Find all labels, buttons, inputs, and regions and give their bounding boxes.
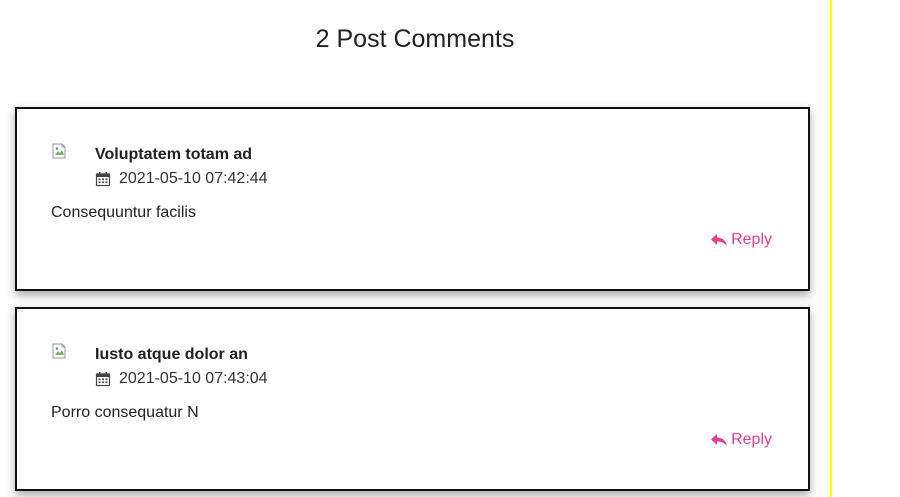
comment-body: Porro consequatur N <box>51 404 199 421</box>
calendar-icon <box>95 171 111 187</box>
broken-image-icon <box>51 143 67 159</box>
page: 2 Post Comments Voluptatem totam ad 2021… <box>0 0 900 497</box>
reply-label: Reply <box>731 231 772 248</box>
comments-heading: 2 Post Comments <box>315 25 515 53</box>
broken-image-icon <box>51 343 67 359</box>
comment-card: Voluptatem totam ad 2021-05-10 07:42:44 … <box>15 107 810 291</box>
reply-button[interactable]: Reply <box>710 231 772 249</box>
comment-date: 2021-05-10 07:42:44 <box>119 170 268 187</box>
comment-author: Voluptatem totam ad <box>95 146 253 163</box>
reply-icon <box>710 232 728 248</box>
reply-button[interactable]: Reply <box>710 431 772 449</box>
reply-label: Reply <box>731 431 772 448</box>
comment-card: Iusto atque dolor an 2021-05-10 07:43:04… <box>15 307 810 491</box>
reply-icon <box>710 432 728 448</box>
comment-body: Consequuntur facilis <box>51 204 196 221</box>
comment-date: 2021-05-10 07:43:04 <box>119 370 268 387</box>
comment-date-row: 2021-05-10 07:42:44 <box>95 170 268 188</box>
comment-date-row: 2021-05-10 07:43:04 <box>95 370 268 388</box>
comment-author: Iusto atque dolor an <box>95 346 248 363</box>
sidebar-divider <box>830 0 832 497</box>
calendar-icon <box>95 371 111 387</box>
